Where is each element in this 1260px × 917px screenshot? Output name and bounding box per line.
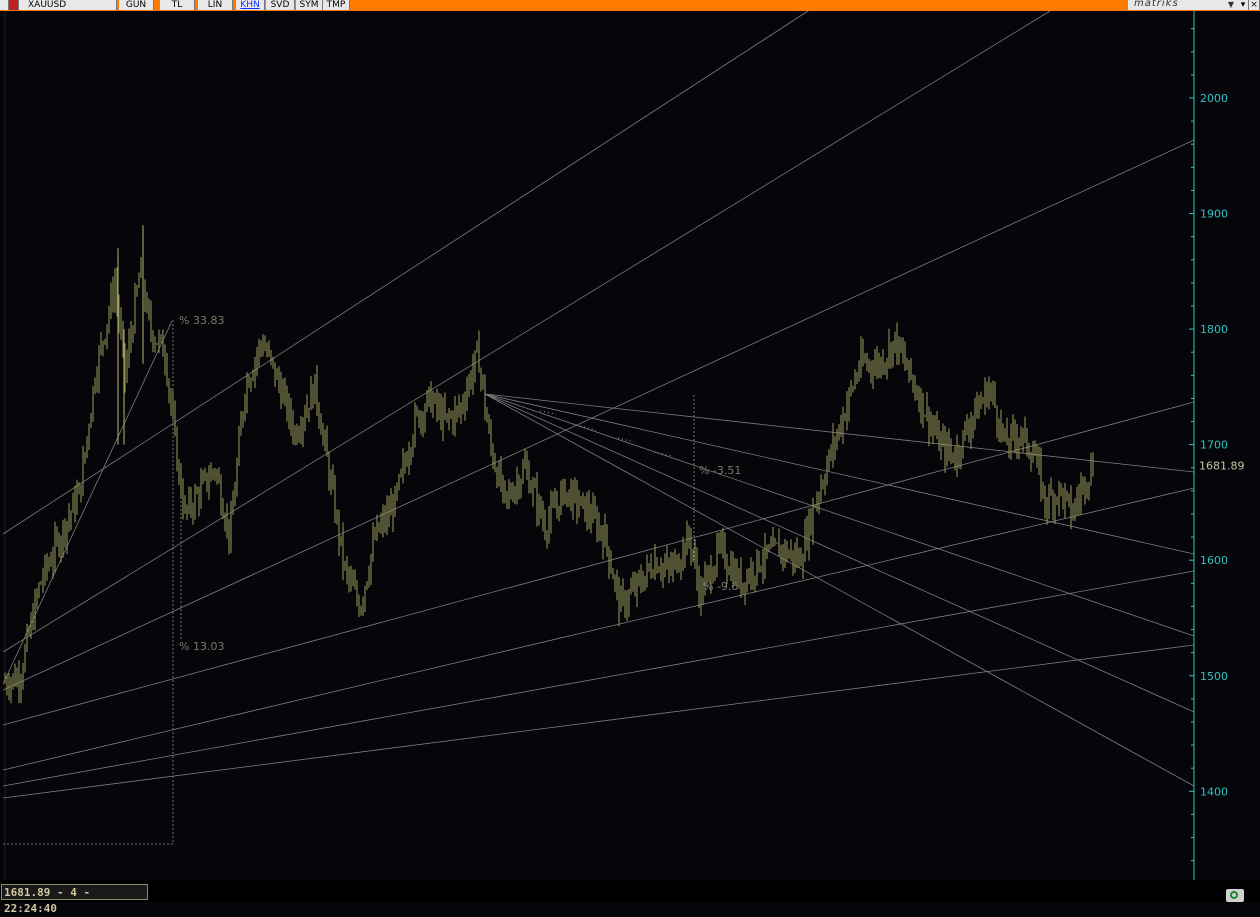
minimize-icon[interactable]: ▾	[1238, 0, 1249, 10]
brand-selector[interactable]: matriks ▼	[1128, 0, 1238, 10]
footer-bar	[0, 880, 1260, 902]
y-tick-label: 2000	[1200, 92, 1228, 105]
y-tick-label: 1700	[1200, 439, 1228, 452]
y-tick-label: 1400	[1200, 785, 1228, 798]
brand-logo: matriks	[1134, 0, 1179, 9]
y-tick-label: 1500	[1200, 670, 1228, 683]
toolbar-button-sym[interactable]: SYM	[296, 0, 323, 10]
y-tick-label: 1600	[1200, 554, 1228, 567]
annotation-label: % -3.51	[699, 464, 741, 477]
toolbar-button-tl[interactable]: TL	[160, 0, 195, 10]
toolbar-button-svd[interactable]: SVD	[266, 0, 295, 10]
last-price-marker: 1681.89	[1199, 460, 1245, 473]
toolbar-button-lin[interactable]: LIN	[198, 0, 233, 10]
y-tick-label: 1900	[1200, 208, 1228, 221]
toolbar-button-gun[interactable]: GUN	[119, 0, 154, 10]
annotation-label: % -9.6	[703, 580, 738, 593]
status-readout: 1681.89 - 4 - 22:24:40	[1, 884, 148, 915]
plot-background	[0, 11, 1260, 880]
symbol-selector[interactable]: XAUUSD	[19, 0, 117, 10]
toolbar-button-khn[interactable]: KHN	[236, 0, 265, 10]
annotation-label: % 13.03	[179, 640, 224, 653]
window-icon[interactable]	[0, 0, 9, 10]
y-tick-label: 1800	[1200, 323, 1228, 336]
dropdown-arrow-icon[interactable]: ▼	[1228, 0, 1234, 10]
refresh-icon[interactable]	[1226, 889, 1244, 902]
toolbar-button-tmp[interactable]: TMP	[323, 0, 350, 10]
last-price-label: 1681.89	[1199, 460, 1245, 473]
close-icon[interactable]: ×	[1249, 0, 1260, 10]
annotation-label: % 33.83	[179, 314, 224, 327]
flag-icon[interactable]	[9, 0, 19, 10]
chart-plot[interactable]: % 33.83 % 13.03 % -3.51 % -9.6 1400 1500 1600…	[0, 0, 1260, 902]
chart-toolbar: XAUUSD GUN TL LIN KHN SVD SYM TMP matrik…	[0, 0, 1260, 11]
